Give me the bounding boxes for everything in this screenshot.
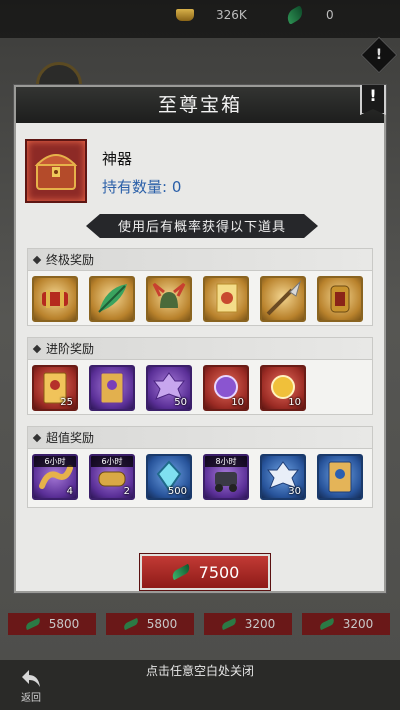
horned-helmet-icon (152, 282, 186, 308)
shop-price-3[interactable]: 3200 (204, 613, 292, 635)
red-scroll-bundle-icon (42, 290, 68, 308)
treasure-chest-dialog: 至尊宝箱 ! 神器 持有数量: 0 使用后有概率获得以下道具 终极奖励 进阶奖励… (14, 85, 386, 593)
item-quantity: 50 (174, 397, 187, 408)
blue-card-icon (328, 461, 352, 493)
banner-flag-icon (216, 283, 238, 313)
item-quantity: 2 (123, 486, 130, 497)
spear-blade-icon (266, 280, 302, 316)
item-quantity: 30 (288, 486, 301, 497)
jade-icon (122, 617, 140, 631)
reward-banner-text: 使用后有概率获得以下道具 (117, 220, 286, 235)
dialog-header: 至尊宝箱 (16, 87, 384, 123)
reward-item-golden-worm[interactable]: 6小时 4 (32, 454, 78, 500)
shop-price-4[interactable]: 3200 (302, 613, 390, 635)
reward-item-red-scroll-bundle[interactable] (32, 276, 78, 322)
dialog-title: 至尊宝箱 (157, 94, 242, 116)
advanced-rewards-section: 进阶奖励 25 50 10 10 (27, 337, 373, 415)
item-quantity: 500 (167, 486, 187, 497)
reward-item-jade-feather[interactable] (89, 276, 135, 322)
reward-item-purple-token[interactable]: 50 (146, 365, 192, 411)
diamond-bullet-icon (32, 433, 42, 442)
item-quantity: 4 (66, 486, 73, 497)
diamond-bullet-icon (32, 344, 42, 353)
jade-icon (318, 617, 336, 631)
jade-value: 0 (326, 8, 334, 22)
reward-item-blue-card[interactable] (317, 454, 363, 500)
gold-value: 326K (216, 8, 247, 22)
reward-item-spear-blade[interactable] (260, 276, 306, 322)
item-quantity: 10 (231, 397, 244, 408)
treasure-chest-icon (34, 154, 78, 190)
gold-currency: 326K (176, 8, 247, 22)
reward-item-gold-coin-scroll[interactable]: 10 (260, 365, 306, 411)
info-icon: ! (369, 86, 377, 105)
diamond-bullet-icon (32, 255, 42, 264)
shop-price-2[interactable]: 5800 (106, 613, 194, 635)
reward-item-lantern-relic[interactable] (317, 276, 363, 322)
jade-icon (220, 617, 238, 631)
section-title: 超值奖励 (28, 427, 372, 449)
jade-icon (169, 563, 192, 581)
reward-item-purple-gem-scroll[interactable]: 10 (203, 365, 249, 411)
duration-tag: 6小时 (34, 456, 76, 467)
section-title: 进阶奖励 (28, 338, 372, 360)
reward-item-blue-token[interactable]: 30 (260, 454, 306, 500)
jade-feather-icon (98, 284, 127, 313)
shop-price-row: 5800 5800 3200 3200 (8, 613, 398, 635)
item-quantity: 25 (60, 397, 73, 408)
reward-item-purple-card[interactable] (89, 365, 135, 411)
purple-card-icon (100, 372, 124, 404)
reward-item-banner-flag[interactable] (203, 276, 249, 322)
chest-item (25, 139, 87, 203)
item-quantity: 10 (288, 397, 301, 408)
reward-item-blue-crystal[interactable]: 500 (146, 454, 192, 500)
jade-icon (284, 5, 306, 25)
open-chest-price-button[interactable]: 7500 (140, 554, 270, 590)
jade-currency: 0 (284, 5, 334, 25)
chest-count: 持有数量: 0 (102, 178, 182, 196)
currency-bar: 326K 0 (0, 0, 400, 38)
reward-item-mecha-figure[interactable]: 8小时 (203, 454, 249, 500)
back-label: 返回 (21, 693, 41, 704)
close-hint: 点击任意空白处关闭 (145, 664, 254, 678)
price-value: 7500 (198, 562, 240, 582)
ultimate-rewards-section: 终极奖励 (27, 248, 373, 326)
duration-tag: 6小时 (91, 456, 133, 467)
alert-icon: ! (375, 47, 383, 63)
shop-price-1[interactable]: 5800 (8, 613, 96, 635)
reward-item-horned-helmet[interactable] (146, 276, 192, 322)
reward-item-gold-card[interactable]: 25 (32, 365, 78, 411)
section-title: 终极奖励 (28, 249, 372, 271)
chest-name: 神器 (102, 150, 133, 168)
duration-tag: 8小时 (205, 456, 247, 467)
value-rewards-section: 超值奖励 6小时 4 6小时 2 500 8小时 30 (27, 426, 373, 508)
jade-icon (24, 617, 42, 631)
reward-item-scroll-roll[interactable]: 6小时 2 (89, 454, 135, 500)
gold-ingot-icon (176, 9, 194, 21)
lantern-relic-icon (330, 285, 350, 313)
